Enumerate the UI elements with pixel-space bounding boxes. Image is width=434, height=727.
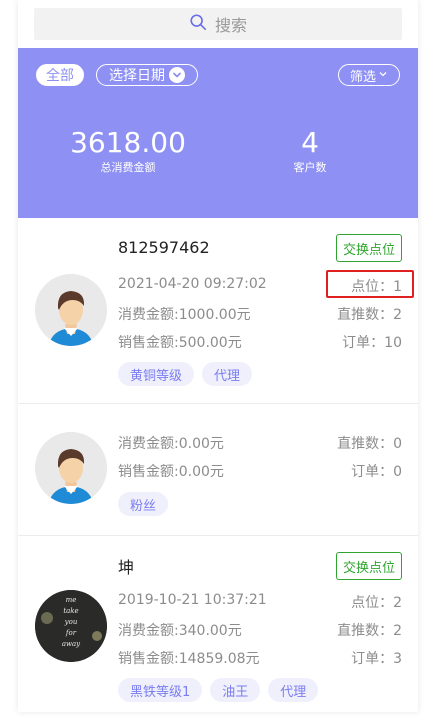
filter-row: 全部 选择日期 筛选 [36,64,400,88]
summary-panel: 全部 选择日期 筛选 3618.00 总消费金额 4 客户数 [18,48,418,218]
all-filter-button[interactable]: 全部 [36,64,84,86]
customer-card[interactable]: 消费金额:0.00元 销售金额:0.00元 直推数：0 订单：0 粉丝 [18,404,418,536]
total-amount-stat: 3618.00 总消费金额 [48,126,208,176]
tag-list: 粉丝 [118,492,169,516]
direct-count: 直推数：0 [337,436,402,452]
point-value: 点位：1 [351,279,402,295]
point-value: 点位：2 [351,595,402,611]
avatar-text: you [64,618,78,626]
direct-count: 直推数：2 [337,307,402,323]
consume-amount: 消费金额:0.00元 [118,436,224,452]
filter-label: 筛选 [349,69,376,85]
order-count: 订单：0 [351,464,402,480]
customer-count-stat: 4 客户数 [230,126,390,176]
search-placeholder: 搜索 [214,16,247,35]
customer-name: 812597462 [118,238,210,257]
exchange-point-button[interactable]: 交换点位 [336,552,402,580]
role-tag: 代理 [268,678,319,702]
sales-amount: 销售金额:0.00元 [118,464,224,480]
level-tag: 黑铁等级1 [118,678,203,702]
register-date: 2021-04-20 09:27:02 [118,276,267,292]
direct-count: 直推数：2 [337,623,402,639]
chevron-down-icon [378,68,388,83]
total-amount-label: 总消费金额 [100,161,156,174]
avatar-text: me [66,596,77,604]
order-count: 订单：10 [342,335,402,351]
role-tag: 油王 [210,678,261,702]
filter-button[interactable]: 筛选 [338,64,400,86]
avatar [35,432,107,504]
all-filter-label: 全部 [46,68,74,84]
date-picker-label: 选择日期 [109,68,165,84]
avatar-text: take [63,607,78,615]
customer-name: 坤 [118,558,135,577]
avatar-text: for [65,629,77,637]
avatar: me take you for away [35,590,107,662]
order-count: 订单：3 [351,651,402,667]
chevron-down-icon [169,67,185,83]
avatar [35,274,107,346]
total-amount-value: 3618.00 [70,126,186,159]
search-icon [189,13,207,35]
search-bar: 搜索 [18,0,418,48]
date-picker-button[interactable]: 选择日期 [96,64,198,86]
exchange-point-button[interactable]: 交换点位 [336,234,402,262]
customer-count-label: 客户数 [293,161,327,174]
level-tag: 黄铜等级 [118,362,195,386]
customer-card[interactable]: 812597462 交换点位 2021-04-20 09:27:02 消费金额:… [18,218,418,404]
tag-list: 黑铁等级1 油王 代理 [118,678,319,702]
sales-amount: 销售金额:500.00元 [118,335,242,351]
fan-tag: 粉丝 [118,492,169,516]
avatar-text: away [62,640,81,648]
consume-amount: 消费金额:1000.00元 [118,307,251,323]
sales-amount: 销售金额:14859.08元 [118,651,260,667]
register-date: 2019-10-21 10:37:21 [118,592,267,608]
phone-frame: 搜索 全部 选择日期 筛选 3618.00 总消费金额 4 客户数 812597… [18,0,418,712]
customer-card[interactable]: 坤 交换点位 me take you for away 2019-10-21 1… [18,536,418,712]
search-input[interactable]: 搜索 [34,8,402,40]
role-tag: 代理 [202,362,253,386]
consume-amount: 消费金额:340.00元 [118,623,242,639]
customer-count-value: 4 [301,126,319,159]
tag-list: 黄铜等级 代理 [118,362,253,386]
